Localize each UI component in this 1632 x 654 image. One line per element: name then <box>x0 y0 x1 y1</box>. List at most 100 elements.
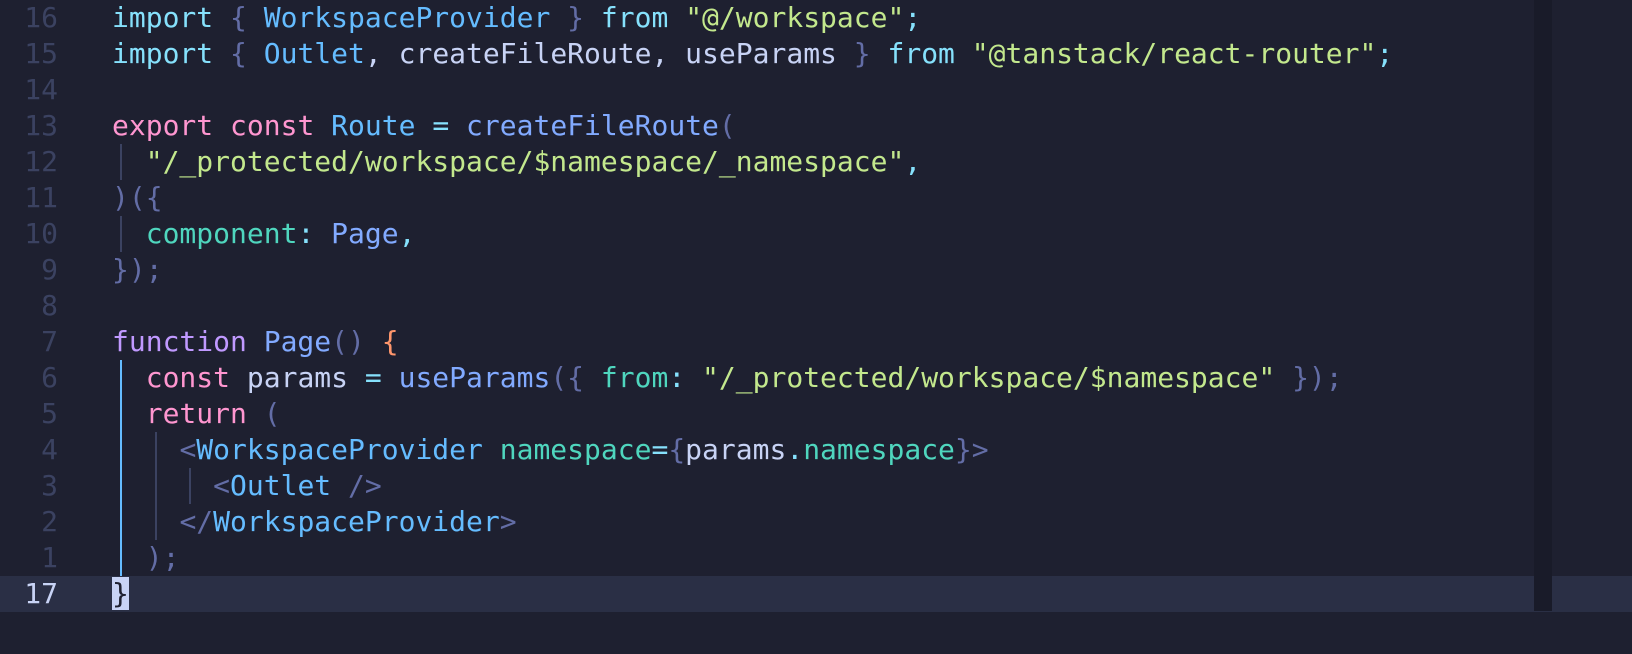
line-code: } <box>112 576 129 612</box>
code-token: import <box>112 1 214 34</box>
code-token: < <box>213 469 231 502</box>
code-token: ; <box>904 1 922 34</box>
line-number: 2 <box>41 505 58 538</box>
code-token: } <box>1292 361 1309 394</box>
line-code: const params = useParams({ from: "/_prot… <box>112 360 1343 396</box>
line-code: component: Page, <box>112 216 416 252</box>
code-token: > <box>499 505 517 538</box>
line-code: ); <box>112 540 180 576</box>
code-token: : <box>668 361 703 394</box>
code-line[interactable]: 12 "/_protected/workspace/$namespace/_na… <box>0 144 1632 180</box>
line-code: </WorkspaceProvider> <box>112 504 517 540</box>
line-number: 11 <box>24 181 58 214</box>
code-token: createFileRoute <box>466 109 719 142</box>
line-code: import { WorkspaceProvider } from "@/wor… <box>112 0 921 36</box>
code-token: WorkspaceProvider <box>246 1 568 34</box>
code-token: ; <box>1376 37 1394 70</box>
code-token: () <box>331 325 365 358</box>
line-code: <Outlet /> <box>112 468 382 504</box>
line-number: 1 <box>41 541 58 574</box>
code-line[interactable]: 10 component: Page, <box>0 216 1632 252</box>
code-token: Outlet <box>246 37 365 70</box>
code-line[interactable]: 15 import { Outlet, createFileRoute, useP… <box>0 36 1632 72</box>
code-token: WorkspaceProvider <box>196 433 483 466</box>
code-line[interactable]: 5 return ( <box>0 396 1632 432</box>
code-line[interactable]: 6 const params = useParams({ from: "/_pr… <box>0 360 1632 396</box>
code-token: import <box>112 37 214 70</box>
code-token: from <box>600 361 669 394</box>
code-line[interactable]: 16 import { WorkspaceProvider } from "@/w… <box>0 0 1632 36</box>
code-token: , <box>651 37 669 70</box>
code-token: ); <box>1308 361 1343 394</box>
code-token: "@tanstack/react-router" <box>971 37 1377 70</box>
code-token: "@/workspace" <box>685 1 905 34</box>
code-token: namespace <box>499 433 652 466</box>
code-line[interactable]: 2 </WorkspaceProvider> <box>0 504 1632 540</box>
code-line[interactable]: 7 function Page() { <box>0 324 1632 360</box>
code-token: Outlet <box>230 469 332 502</box>
code-token: } <box>954 433 972 466</box>
code-token: return <box>145 397 247 430</box>
indent-guide <box>155 432 158 540</box>
line-number: 4 <box>41 433 58 466</box>
code-token: , <box>398 217 416 250</box>
line-number: 9 <box>41 253 58 286</box>
code-token: { <box>668 433 686 466</box>
indent-guide <box>120 216 122 252</box>
code-token: createFileRoute <box>381 37 652 70</box>
scrollbar-track[interactable] <box>1534 0 1552 611</box>
code-token: ); <box>145 541 180 574</box>
code-token: const <box>145 361 231 394</box>
code-token: ( <box>550 361 568 394</box>
code-token: Page <box>263 325 332 358</box>
code-editor[interactable]: 16 import { WorkspaceProvider } from "@/w… <box>0 0 1632 654</box>
code-token: } <box>567 1 585 34</box>
code-line[interactable]: 8 <box>0 288 1632 324</box>
code-line[interactable]: 14 <box>0 72 1632 108</box>
line-code: export const Route = createFileRoute( <box>112 108 736 144</box>
line-code: import { Outlet, createFileRoute, usePar… <box>112 36 1393 72</box>
code-token: , <box>364 37 382 70</box>
line-number: 12 <box>24 145 58 178</box>
line-code: return ( <box>112 396 281 432</box>
code-token: = <box>651 433 669 466</box>
line-number: 10 <box>24 217 58 250</box>
code-line[interactable]: 11)({ <box>0 180 1632 216</box>
code-token: "/_protected/workspace/$namespace/_names… <box>145 145 905 178</box>
code-token: export <box>112 109 214 142</box>
code-token: } <box>853 37 871 70</box>
line-number: 13 <box>24 109 58 142</box>
line-number: 16 <box>24 1 58 34</box>
line-number: 3 <box>41 469 58 502</box>
code-line[interactable]: 1 ); <box>0 540 1632 576</box>
line-code: "/_protected/workspace/$namespace/_names… <box>112 144 921 180</box>
code-line[interactable]: 17} <box>0 576 1632 612</box>
line-code: <WorkspaceProvider namespace={params.nam… <box>112 432 988 468</box>
indent-guide <box>120 144 122 180</box>
line-code: }); <box>112 252 163 288</box>
code-line[interactable]: 13 export const Route = createFileRoute( <box>0 108 1632 144</box>
code-token: function <box>112 325 247 358</box>
code-token: const <box>230 109 315 142</box>
code-token: Route <box>331 109 416 142</box>
code-token: { <box>567 361 585 394</box>
code-line[interactable]: 4 <WorkspaceProvider namespace={params.n… <box>0 432 1632 468</box>
code-token: from <box>584 1 686 34</box>
line-number: 8 <box>41 289 58 322</box>
line-number: 6 <box>41 361 58 394</box>
code-token: { <box>381 325 399 358</box>
code-line[interactable]: 3 <Outlet /> <box>0 468 1632 504</box>
code-token: namespace <box>803 433 955 466</box>
code-line[interactable]: 9}); <box>0 252 1632 288</box>
